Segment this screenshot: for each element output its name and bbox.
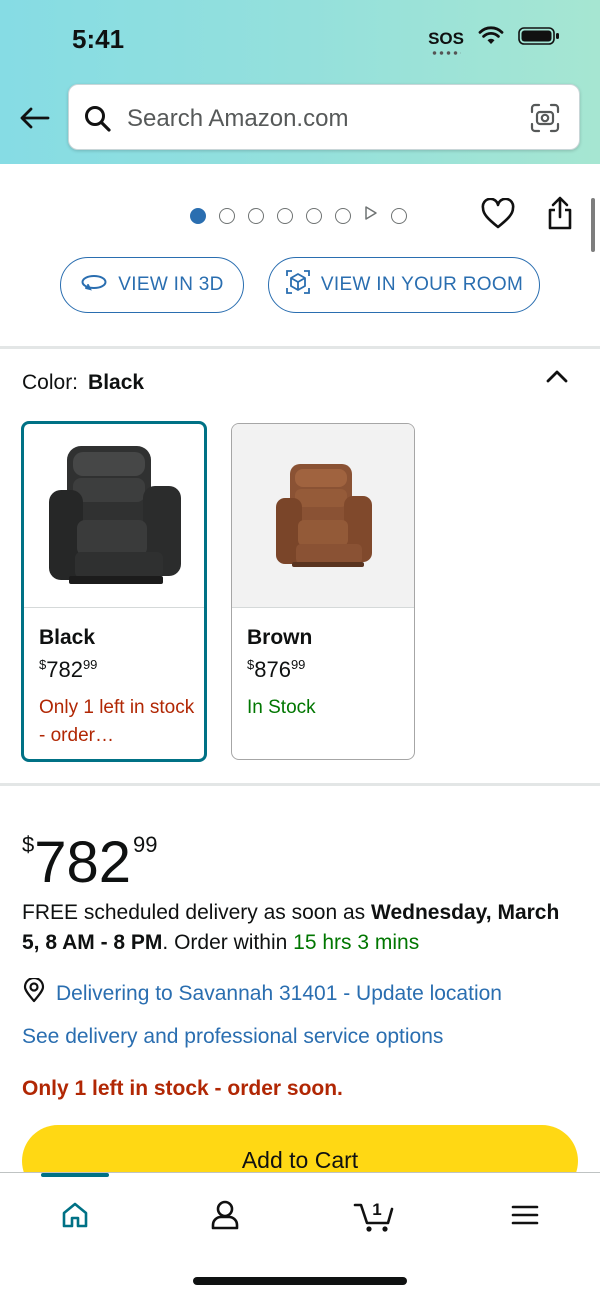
image-carousel-dots[interactable] [190,205,407,226]
location-text: Delivering to Savannah 31401 - Update lo… [56,982,502,1005]
location-pin-icon [22,976,46,1010]
card-divider [232,607,414,608]
selected-color: Black [88,371,145,394]
delivery-countdown: 15 hrs 3 mins [293,931,420,954]
cart-count: 1 [372,1200,381,1219]
rotate-3d-icon [80,273,108,297]
color-label: Color: Black [22,371,144,395]
nav-menu[interactable] [500,1193,550,1237]
price-whole: 782 [34,830,132,895]
carousel-dot[interactable] [277,207,293,224]
option-price: $87699 [247,657,305,683]
option-name: Brown [247,626,313,649]
update-location-link[interactable]: Delivering to Savannah 31401 - Update lo… [22,976,502,1010]
search-input[interactable]: Search Amazon.com [68,84,580,150]
nav-account[interactable] [200,1193,250,1237]
option-price-cents: 99 [82,657,98,672]
nav-home[interactable] [50,1193,100,1237]
color-option-black[interactable]: Black $78299 Only 1 left in stock - orde… [21,421,207,762]
scroll-indicator [591,198,595,252]
ar-cube-icon [285,269,311,301]
search-icon [83,104,113,139]
wishlist-heart-icon[interactable] [481,197,515,235]
user-icon [211,1200,239,1230]
carousel-dot[interactable] [391,207,407,224]
carousel-dot[interactable] [219,207,235,224]
carousel-dot[interactable] [306,207,322,224]
share-icon[interactable] [545,195,575,236]
service-options-link[interactable]: See delivery and professional service op… [22,1025,443,1049]
section-divider [0,783,600,786]
menu-icon [511,1205,539,1225]
home-icon [62,1202,88,1228]
status-icons: SOS [428,26,560,55]
black-recliner-image [24,424,204,607]
view-in-3d-button[interactable]: VIEW IN 3D [60,257,244,313]
section-divider [0,346,600,349]
wifi-icon [478,26,504,51]
carousel-dot[interactable] [190,207,206,224]
nav-cart[interactable]: 1 [350,1193,400,1237]
delivery-middle: . Order within [162,931,294,954]
option-price: $78299 [39,657,97,683]
price-currency: $ [22,832,35,857]
camera-scan-icon[interactable] [529,102,561,139]
home-indicator [193,1277,407,1285]
carousel-dot[interactable] [248,207,264,224]
nav-active-indicator [41,1173,109,1177]
video-play-icon[interactable] [364,205,378,226]
option-stock-status: Only 1 left in stock - order… [39,697,195,746]
delivery-prefix: FREE scheduled delivery as soon as [22,901,372,924]
view-in-your-room-label: VIEW IN YOUR ROOM [320,274,524,295]
option-price-cents: 99 [290,657,306,672]
back-button[interactable] [14,100,54,136]
card-divider [24,607,204,608]
color-label-text: Color: [22,371,79,394]
status-time: 5:41 [72,24,125,54]
brown-recliner-image [232,424,414,607]
option-name: Black [39,626,96,649]
chevron-up-icon[interactable] [545,367,569,390]
back-arrow-icon [20,107,50,129]
battery-icon [518,26,560,51]
signal-dots-icon [431,50,462,55]
cart-icon: 1 [353,1200,394,1232]
color-option-brown[interactable]: Brown $87699 In Stock [231,423,415,760]
stock-warning: Only 1 left in stock - order soon. [22,1077,343,1100]
delivery-info: FREE scheduled delivery as soon as Wedne… [22,898,582,958]
view-in-3d-label: VIEW IN 3D [118,274,224,295]
view-in-your-room-button[interactable]: VIEW IN YOUR ROOM [268,257,540,313]
option-price-whole: 782 [46,657,83,682]
search-placeholder: Search Amazon.com [127,105,349,132]
carousel-dot[interactable] [335,207,351,224]
sos-indicator: SOS [428,28,464,55]
top-header: 5:41 SOS Search Amazon.com [0,0,600,164]
option-stock-status: In Stock [247,697,316,718]
sos-label: SOS [428,28,464,48]
price-cents: 99 [133,832,158,857]
product-price: $78299 [22,812,158,896]
option-price-whole: 876 [254,657,291,682]
